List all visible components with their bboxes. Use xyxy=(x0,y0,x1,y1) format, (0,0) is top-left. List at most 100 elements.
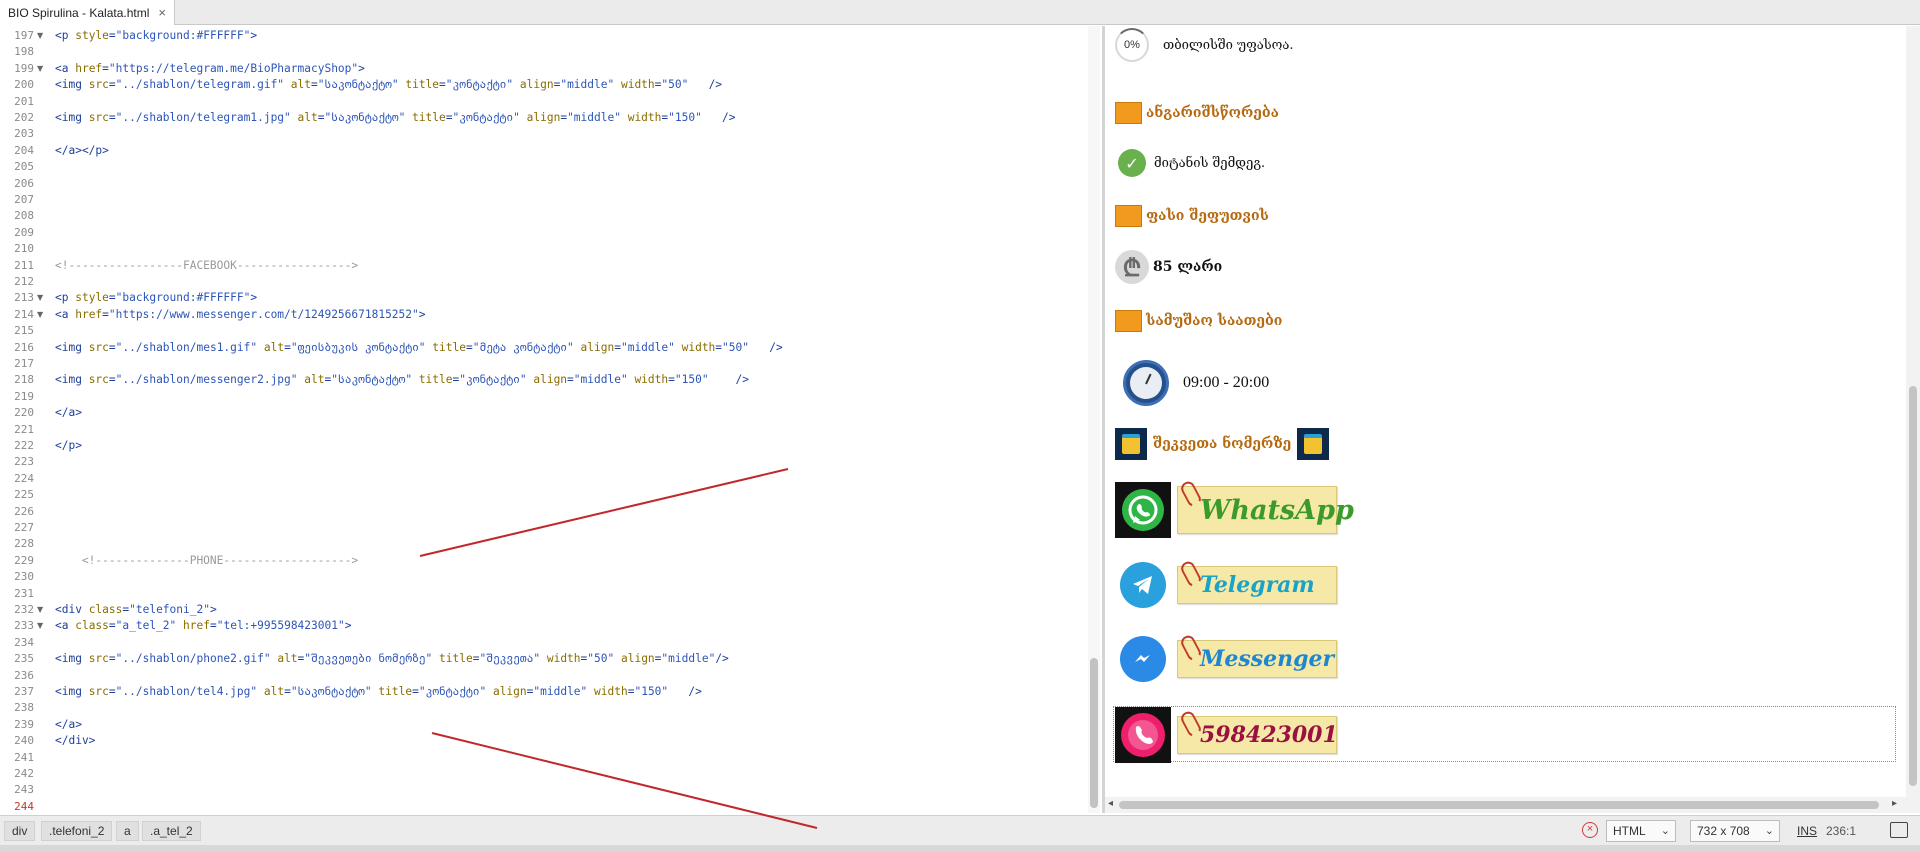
line-number: 230 xyxy=(14,570,34,584)
line-number: 234 xyxy=(14,635,34,649)
file-tab-title[interactable]: BIO Spirulina - Kalata.html xyxy=(8,6,149,20)
messenger-note[interactable]: Messenger xyxy=(1177,633,1337,678)
editor-scroll-thumb[interactable] xyxy=(1090,658,1098,808)
fold-toggle-icon[interactable]: ▼ xyxy=(37,602,43,618)
whatsapp-note[interactable]: WhatsApp xyxy=(1177,479,1354,534)
code-token: title xyxy=(439,652,473,666)
close-icon[interactable]: × xyxy=(158,5,166,20)
breadcrumb-div[interactable]: div xyxy=(4,821,36,841)
code-token: = xyxy=(108,78,116,92)
live-preview[interactable]: 0% თბილისში უფასოა. ანგარიშსწორება ✓ მიტ… xyxy=(1105,26,1920,813)
line-number: 222 xyxy=(14,439,34,452)
phone-link[interactable]: 598423001 xyxy=(1115,707,1338,763)
telegram-icon[interactable] xyxy=(1120,562,1166,608)
code-token: <img xyxy=(55,373,89,387)
fold-toggle-icon[interactable]: ▼ xyxy=(37,28,43,44)
preview-horizontal-scrollbar[interactable]: ◂ ▸ xyxy=(1105,797,1920,813)
code-line[interactable]: <!--------------PHONE-------------------… xyxy=(55,553,358,569)
payment-heading: ანგარიშსწორება xyxy=(1146,105,1279,121)
whatsapp-icon[interactable] xyxy=(1115,482,1171,538)
code-line[interactable]: </a></p> xyxy=(55,143,109,159)
code-token: title xyxy=(432,340,466,354)
breadcrumb-a-tel[interactable]: .a_tel_2 xyxy=(142,821,201,841)
code-line[interactable]: </a> xyxy=(55,405,82,421)
code-line[interactable]: <p style="background:#FFFFFF"> xyxy=(55,290,257,306)
line-number: 221 xyxy=(14,422,34,436)
phone-label[interactable]: 598423001 xyxy=(1200,722,1338,748)
preview-size-value[interactable]: 732 x 708 xyxy=(1697,824,1750,838)
code-token: width xyxy=(620,78,655,92)
code-token: </a> xyxy=(55,717,82,731)
messenger-icon[interactable] xyxy=(1120,636,1166,682)
preview-size-select[interactable]: 732 x 708 ⌄ xyxy=(1690,820,1780,842)
code-token: "საკონტაქტო" xyxy=(331,373,413,387)
telegram-label[interactable]: Telegram xyxy=(1200,572,1315,598)
code-line[interactable]: </p> xyxy=(55,438,82,454)
code-line[interactable]: <img src="../shablon/tel4.jpg" alt="საკო… xyxy=(55,684,702,700)
insert-mode[interactable]: INS xyxy=(1797,824,1817,838)
breadcrumb-a[interactable]: a xyxy=(116,821,139,841)
code-line[interactable]: </a> xyxy=(55,717,82,733)
telegram-link[interactable]: Telegram xyxy=(1115,559,1337,608)
code-line[interactable]: <!-----------------FACEBOOK-------------… xyxy=(55,258,358,274)
phone-icon[interactable] xyxy=(1115,707,1171,763)
code-token: "middle" xyxy=(573,373,628,387)
code-token: title xyxy=(378,685,413,698)
line-number: 231 xyxy=(14,586,34,600)
language-value[interactable]: HTML xyxy=(1613,824,1646,838)
fold-toggle-icon[interactable]: ▼ xyxy=(37,290,43,306)
code-line[interactable]: <img src="../shablon/mes1.gif" alt="ფეის… xyxy=(55,340,783,356)
telegram-note[interactable]: Telegram xyxy=(1177,559,1337,604)
code-line[interactable]: <a class="a_tel_2" href="tel:+9955984230… xyxy=(55,618,351,634)
code-line[interactable]: <img src="../shablon/messenger2.jpg" alt… xyxy=(55,372,749,388)
preview-toggle-icon[interactable] xyxy=(1890,822,1908,838)
preview-vertical-scrollbar[interactable] xyxy=(1906,26,1920,797)
code-line[interactable]: <img src="../shablon/phone2.gif" alt="შე… xyxy=(55,651,729,667)
line-number: 206 xyxy=(14,176,34,190)
code-token: "მეტა კონტაქტი" xyxy=(472,340,574,354)
code-line[interactable]: <p style="background:#FFFFFF"> xyxy=(55,28,257,44)
code-token: = xyxy=(317,111,325,124)
code-token: </div> xyxy=(55,734,96,748)
code-line[interactable]: <a href="https://telegram.me/BioPharmacy… xyxy=(55,61,365,77)
code-token: /> xyxy=(701,111,736,124)
phone-note[interactable]: 598423001 xyxy=(1177,709,1338,754)
messenger-label[interactable]: Messenger xyxy=(1200,646,1334,672)
whatsapp-label[interactable]: WhatsApp xyxy=(1200,495,1354,526)
preview-scroll-thumb[interactable] xyxy=(1909,386,1917,786)
code-line[interactable]: </div> xyxy=(55,733,95,749)
code-line[interactable]: <div class="telefoni_2"> xyxy=(55,602,217,618)
code-line[interactable]: <a href="https://www.messenger.com/t/124… xyxy=(55,307,426,323)
code-token: "150" xyxy=(668,111,702,124)
fold-toggle-icon[interactable]: ▼ xyxy=(37,618,43,634)
code-token: = xyxy=(108,111,116,124)
file-tab[interactable]: BIO Spirulina - Kalata.html × xyxy=(0,0,175,25)
code-line[interactable]: <img src="../shablon/telegram.gif" alt="… xyxy=(55,77,722,93)
preview-hscroll-thumb[interactable] xyxy=(1119,801,1879,809)
code-line[interactable]: <img src="../shablon/telegram1.jpg" alt=… xyxy=(55,110,736,126)
whatsapp-link[interactable]: WhatsApp xyxy=(1115,479,1354,538)
error-icon[interactable]: × xyxy=(1582,822,1598,838)
code-token: /> xyxy=(688,78,723,92)
code-token: src xyxy=(88,373,109,387)
code-token: "150" xyxy=(634,685,669,698)
language-select[interactable]: HTML ⌄ xyxy=(1606,820,1676,842)
code-token: = xyxy=(311,78,318,92)
code-token: <a xyxy=(55,61,76,75)
code-token: "../shablon/telegram1.jpg" xyxy=(115,111,291,124)
code-token: "../shablon/mes1.gif" xyxy=(115,340,258,354)
scroll-left-icon[interactable]: ◂ xyxy=(1108,798,1113,809)
messenger-link[interactable]: Messenger xyxy=(1115,633,1337,682)
code-token: alt xyxy=(290,78,312,92)
editor-vertical-scrollbar[interactable] xyxy=(1088,26,1100,813)
code-token: "../shablon/phone2.gif" xyxy=(115,652,271,666)
fold-toggle-icon[interactable]: ▼ xyxy=(37,61,43,77)
scroll-right-icon[interactable]: ▸ xyxy=(1892,798,1897,809)
fold-toggle-icon[interactable]: ▼ xyxy=(37,307,43,323)
code-token: = xyxy=(465,340,473,354)
breadcrumb-telefoni[interactable]: .telefoni_2 xyxy=(41,821,113,841)
code-editor[interactable]: 197 ▼ 198 199 ▼ 200 201 202 203 204 205 206 207 208 20… xyxy=(0,26,1102,813)
